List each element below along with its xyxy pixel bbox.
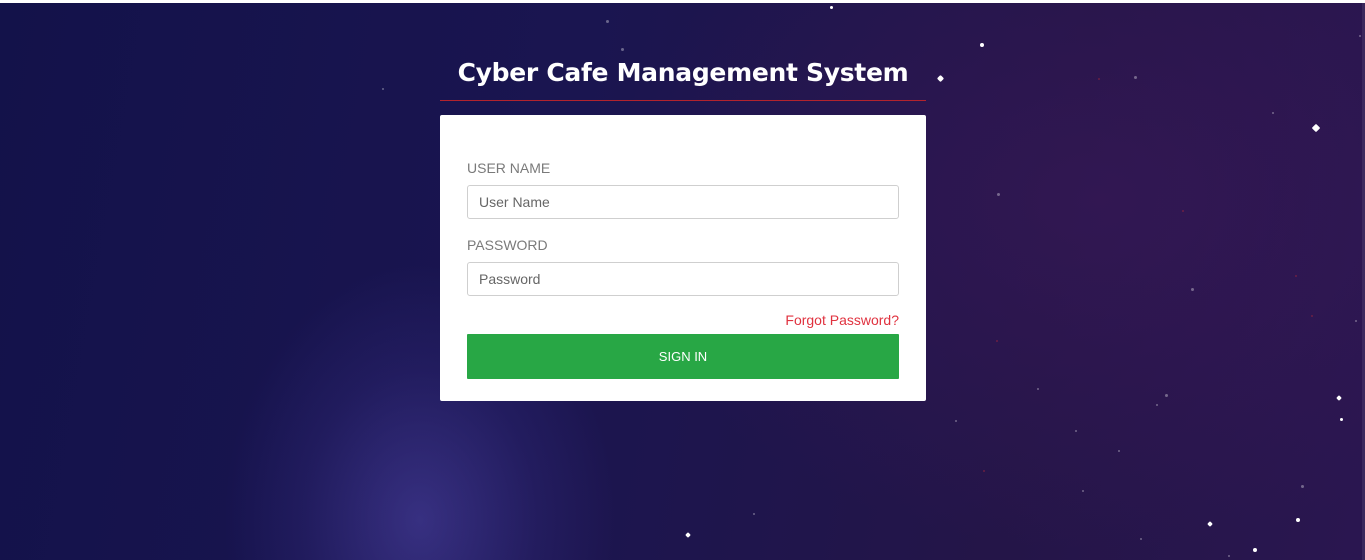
star-dot xyxy=(1156,404,1158,406)
password-input[interactable] xyxy=(467,262,899,296)
star-dot xyxy=(1118,450,1120,452)
star-dot xyxy=(1098,78,1100,80)
username-input[interactable] xyxy=(467,185,899,219)
star-dot xyxy=(1082,490,1084,492)
star-dot xyxy=(1296,518,1300,522)
sign-in-button[interactable]: SIGN IN xyxy=(467,334,899,379)
star-dot xyxy=(1301,485,1304,488)
app-title: Cyber Cafe Management System xyxy=(440,45,926,101)
star-dot xyxy=(1140,538,1142,540)
star-dot xyxy=(983,470,985,472)
star-dot xyxy=(1253,548,1257,552)
star-dot xyxy=(997,193,1000,196)
star-dot xyxy=(1359,35,1361,37)
star-dot xyxy=(1355,320,1357,322)
star-dot xyxy=(1037,388,1039,390)
login-form: USER NAME PASSWORD Forgot Password? SIGN… xyxy=(440,115,926,401)
star-dot xyxy=(1182,210,1184,212)
star-dot xyxy=(1311,123,1321,133)
star-dot xyxy=(1311,315,1313,317)
star-dot xyxy=(1295,275,1297,277)
login-panel: Cyber Cafe Management System USER NAME P… xyxy=(440,45,926,401)
star-dot xyxy=(996,340,998,342)
forgot-password-row: Forgot Password? xyxy=(467,312,899,332)
forgot-password-link[interactable]: Forgot Password? xyxy=(785,312,899,328)
star-dot xyxy=(1191,288,1194,291)
star-dot xyxy=(1207,521,1213,527)
star-dot xyxy=(606,20,609,23)
star-dot xyxy=(936,74,945,83)
star-dot xyxy=(753,513,755,515)
star-dot xyxy=(382,88,384,90)
star-dot xyxy=(1165,394,1168,397)
star-dot xyxy=(1228,555,1230,557)
star-dot xyxy=(955,420,957,422)
star-dot xyxy=(1134,76,1137,79)
star-dot xyxy=(1272,112,1274,114)
star-dot xyxy=(1336,395,1342,401)
username-label: USER NAME xyxy=(467,160,551,176)
password-label: PASSWORD xyxy=(467,237,548,253)
star-dot xyxy=(1075,430,1077,432)
star-dot xyxy=(980,43,984,47)
star-dot xyxy=(1340,418,1343,421)
star-dot xyxy=(830,6,833,9)
star-dot xyxy=(685,532,691,538)
